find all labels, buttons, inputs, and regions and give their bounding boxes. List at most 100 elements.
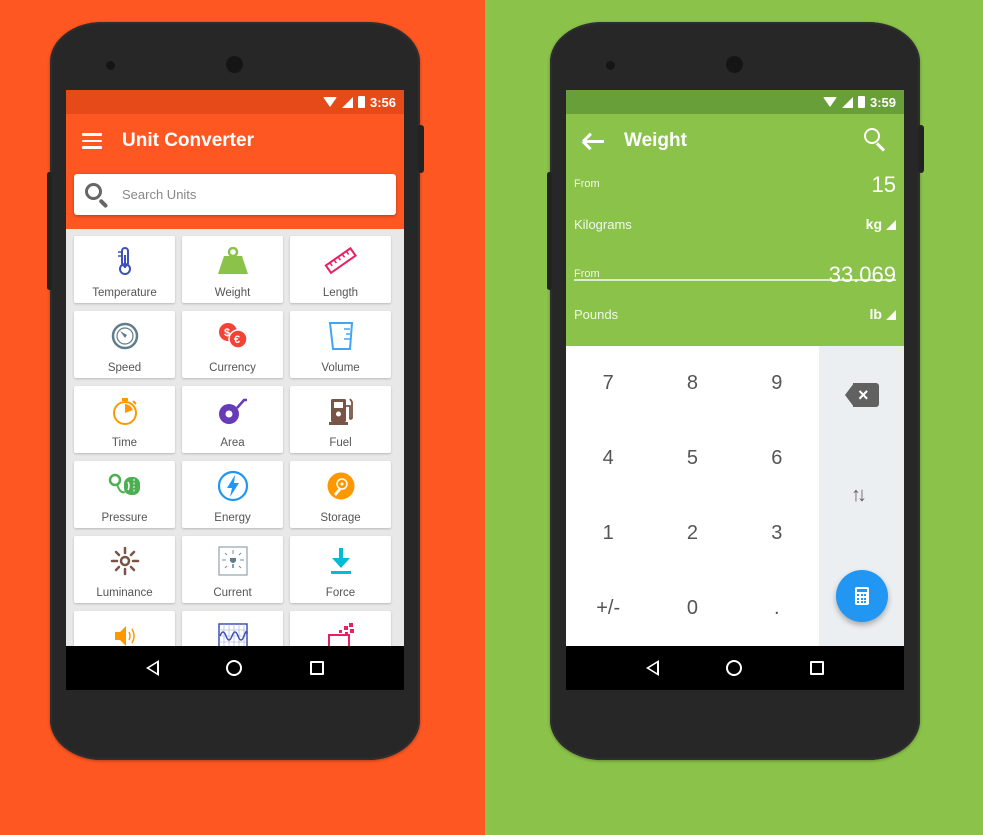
recents-icon[interactable] xyxy=(310,661,325,675)
key-0[interactable]: 0 xyxy=(650,571,734,646)
key-9[interactable]: 9 xyxy=(735,346,819,421)
home-icon[interactable] xyxy=(726,660,743,676)
status-bar: 3:56 xyxy=(66,90,404,114)
app-title: Unit Converter xyxy=(122,130,254,151)
category-current[interactable]: Current xyxy=(182,536,283,603)
key-3[interactable]: 3 xyxy=(735,496,819,571)
backspace-icon[interactable]: × xyxy=(845,383,879,407)
status-bar: 3:59 xyxy=(566,90,904,114)
from-unit-selector[interactable]: Kilograms kg xyxy=(574,216,896,240)
to-value-row[interactable]: From 33.069 xyxy=(574,262,896,294)
proximity-sensor xyxy=(106,61,115,70)
weight-converter-screen: 3:59 Weight From 15 Kilograms kg From 33… xyxy=(566,90,904,690)
search-box[interactable] xyxy=(74,174,396,215)
status-time: 3:56 xyxy=(369,94,396,110)
from-value[interactable]: 15 xyxy=(872,172,896,198)
volume-button xyxy=(547,172,552,290)
category-temperature[interactable]: Temperature xyxy=(74,236,175,303)
category-luminance[interactable]: Luminance xyxy=(74,536,175,603)
thermometer-icon xyxy=(108,244,142,278)
search-icon xyxy=(84,182,110,208)
download-arrow-icon xyxy=(324,544,358,578)
key-6[interactable]: 6 xyxy=(735,421,819,496)
category-label: Pressure xyxy=(101,512,148,524)
category-weight[interactable]: Weight xyxy=(182,236,283,303)
numeric-keypad: 7 8 9 4 5 6 1 2 3 +/- 0 . × ↑↓ xyxy=(566,346,904,646)
speedometer-icon xyxy=(108,319,142,353)
category-area[interactable]: Area xyxy=(182,386,283,453)
category-currency[interactable]: $ € Currency xyxy=(182,311,283,378)
recents-icon[interactable] xyxy=(810,661,825,675)
key-4[interactable]: 4 xyxy=(566,421,650,496)
category-label: Energy xyxy=(214,512,251,524)
category-energy[interactable]: Energy xyxy=(182,461,283,528)
to-unit-dropdown[interactable]: lb xyxy=(870,306,896,322)
hamburger-menu-icon[interactable] xyxy=(82,133,102,149)
key-1[interactable]: 1 xyxy=(566,496,650,571)
category-storage[interactable]: Storage xyxy=(290,461,391,528)
power-button xyxy=(918,125,924,173)
category-fuel[interactable]: Fuel xyxy=(290,386,391,453)
left-phone-frame: 3:56 Unit Converter Temperature xyxy=(47,22,424,760)
measuring-cup-icon xyxy=(324,319,358,353)
category-label: Force xyxy=(325,587,356,599)
to-unit-code: lb xyxy=(869,306,882,322)
home-icon[interactable] xyxy=(226,660,243,676)
battery-icon xyxy=(357,96,365,108)
category-pressure[interactable]: Pressure xyxy=(74,461,175,528)
category-label: Area xyxy=(220,437,245,449)
category-grid: Temperature Weight Length Speed $ € Curr… xyxy=(66,229,404,685)
category-force[interactable]: Force xyxy=(290,536,391,603)
back-icon[interactable] xyxy=(145,660,159,676)
svg-text:€: € xyxy=(234,334,240,346)
key-7[interactable]: 7 xyxy=(566,346,650,421)
search-icon[interactable] xyxy=(864,128,888,152)
key-5[interactable]: 5 xyxy=(650,421,734,496)
key-plus-minus[interactable]: +/- xyxy=(566,571,650,646)
category-label: Weight xyxy=(214,287,251,299)
plug-icon xyxy=(216,544,250,578)
front-camera xyxy=(726,56,743,73)
from-unit-dropdown[interactable]: kg xyxy=(866,216,896,232)
category-label: Storage xyxy=(320,512,361,524)
swap-units-icon[interactable]: ↑↓ xyxy=(851,482,873,508)
from-label: From xyxy=(574,178,600,190)
category-label: Time xyxy=(111,437,138,449)
back-arrow-icon[interactable] xyxy=(582,131,604,151)
back-icon[interactable] xyxy=(645,660,659,676)
category-label: Volume xyxy=(321,362,360,374)
disc-icon xyxy=(324,469,358,503)
category-label: Fuel xyxy=(329,437,352,449)
conversion-header: Weight From 15 Kilograms kg From 33.069 … xyxy=(566,114,904,346)
calculator-fab-button[interactable] xyxy=(836,570,888,622)
fuel-pump-icon xyxy=(324,394,358,428)
category-time[interactable]: Time xyxy=(74,386,175,453)
key-2[interactable]: 2 xyxy=(650,496,734,571)
key-8[interactable]: 8 xyxy=(650,346,734,421)
currency-exchange-icon: $ € xyxy=(216,319,250,353)
to-value[interactable]: 33.069 xyxy=(829,262,896,288)
category-label: Length xyxy=(322,287,359,299)
search-container xyxy=(66,168,404,229)
status-time: 3:59 xyxy=(869,94,896,110)
category-length[interactable]: Length xyxy=(290,236,391,303)
to-unit-selector[interactable]: Pounds lb xyxy=(574,306,896,330)
category-label: Luminance xyxy=(96,587,153,599)
dropdown-triangle-icon xyxy=(886,310,896,320)
category-volume[interactable]: Volume xyxy=(290,311,391,378)
to-label: From xyxy=(574,268,600,280)
category-speed[interactable]: Speed xyxy=(74,311,175,378)
volume-button xyxy=(47,172,52,290)
weight-icon xyxy=(216,244,250,278)
from-unit-name: Kilograms xyxy=(574,217,632,232)
category-label: Currency xyxy=(209,362,256,374)
navigation-bar xyxy=(66,646,404,690)
tape-measure-icon xyxy=(216,394,250,428)
stopwatch-icon xyxy=(108,394,142,428)
from-value-row[interactable]: From 15 xyxy=(574,172,896,204)
key-decimal[interactable]: . xyxy=(735,571,819,646)
search-input[interactable] xyxy=(122,187,372,202)
calculator-icon xyxy=(855,587,869,605)
page-title: Weight xyxy=(624,130,687,151)
sun-icon xyxy=(108,544,142,578)
